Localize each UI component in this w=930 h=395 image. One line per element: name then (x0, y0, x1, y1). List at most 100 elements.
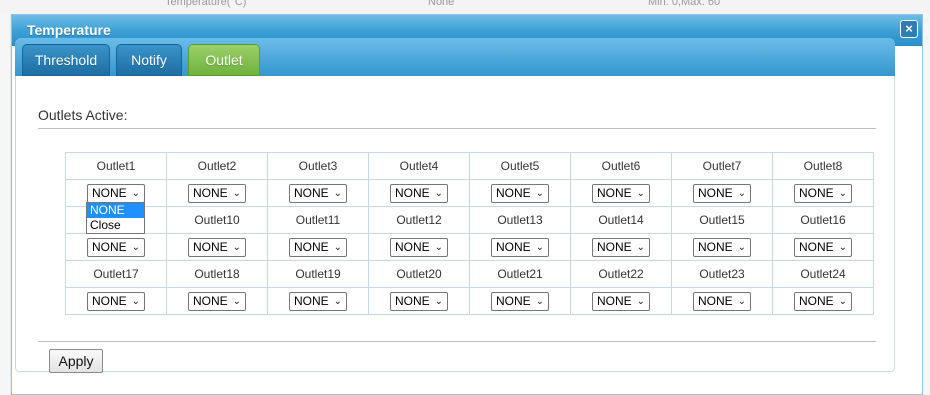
tab-threshold[interactable]: Threshold (22, 44, 110, 76)
outlet-select-row: NONE ⌄ NONE ⌄ NONE ⌄ NONE ⌄ NONE ⌄ NONE ⌄ NONE ⌄ NONE ⌄ (65, 287, 874, 315)
chevron-down-icon: ⌄ (737, 295, 746, 307)
chevron-down-icon: ⌄ (333, 241, 342, 253)
outlet-select-cell: NONE ⌄ (267, 287, 369, 315)
outlet-name-cell: Outlet6 (570, 152, 672, 180)
select-value: NONE (294, 185, 329, 200)
outlet-select-cell: NONE ⌄ (166, 287, 268, 315)
outlet19-select[interactable]: NONE ⌄ (289, 291, 347, 311)
outlet6-select[interactable]: NONE ⌄ (592, 183, 650, 203)
select-value: NONE (92, 239, 127, 254)
outlet-name-cell: Outlet22 (570, 260, 672, 288)
outlet13-select[interactable]: NONE ⌄ (491, 237, 549, 257)
outlet-select-cell: NONE ⌄ (570, 233, 672, 261)
outlet7-select[interactable]: NONE ⌄ (693, 183, 751, 203)
outlet2-select[interactable]: NONE ⌄ (188, 183, 246, 203)
outlet-select-row: NONE ⌄ NONE ⌄ NONE ⌄ NONE ⌄ NONE ⌄ NONE ⌄ NONE ⌄ NONE ⌄ (65, 233, 874, 261)
outlet-name-cell: Outlet20 (368, 260, 470, 288)
outlet-select-cell: NONE ⌄ (368, 287, 470, 315)
outlet10-select[interactable]: NONE ⌄ (188, 237, 246, 257)
outlet-select-cell: NONE ⌄ (671, 287, 773, 315)
select-value: NONE (799, 185, 834, 200)
outlet5-select[interactable]: NONE ⌄ (491, 183, 549, 203)
select-value: NONE (799, 293, 834, 308)
background-header-strip: Temperature(°C) None Min: 0,Max: 60 (0, 0, 930, 15)
outlet-name-row: Outlet1 Outlet2 Outlet3 Outlet4 Outlet5 Outle… (65, 152, 874, 180)
outlet-grid: Outlet1 Outlet2 Outlet3 Outlet4 Outlet5 Outle… (65, 152, 874, 315)
outlet-select-cell: NONE ⌄ (166, 179, 268, 207)
outlet-name-row: Outlet9Outlet10Outlet11Outlet12Outlet13O… (65, 206, 874, 234)
outlet20-select[interactable]: NONE ⌄ (390, 291, 448, 311)
background-column-c: Min: 0,Max: 60 (648, 0, 721, 8)
outlet-name-cell: Outlet8 (772, 152, 874, 180)
outlet9-select[interactable]: NONE ⌄ (87, 237, 145, 257)
dropdown-option-close[interactable]: Close (87, 218, 144, 233)
chevron-down-icon: ⌄ (636, 187, 645, 199)
chevron-down-icon: ⌄ (636, 295, 645, 307)
outlet15-select[interactable]: NONE ⌄ (693, 237, 751, 257)
chevron-down-icon: ⌄ (535, 241, 544, 253)
outlets-active-label: Outlets Active: (38, 107, 128, 123)
outlet23-select[interactable]: NONE ⌄ (693, 291, 751, 311)
outlet-select-cell: NONE ⌄ (469, 287, 571, 315)
outlet-select-cell: NONE ⌄ (368, 179, 470, 207)
outlet24-select[interactable]: NONE ⌄ (794, 291, 852, 311)
outlet16-select[interactable]: NONE ⌄ (794, 237, 852, 257)
apply-button[interactable]: Apply (49, 349, 103, 373)
outlet-select-cell: NONE ⌄ (166, 233, 268, 261)
outlet-name-cell: Outlet24 (772, 260, 874, 288)
select-value: NONE (799, 239, 834, 254)
select-value: NONE (395, 185, 430, 200)
chevron-down-icon: ⌄ (131, 295, 140, 307)
outlet-select-cell: NONE ⌄ (772, 287, 874, 315)
outlet-select-cell: NONE ⌄ (469, 179, 571, 207)
outlet18-select[interactable]: NONE ⌄ (188, 291, 246, 311)
outlet1-select[interactable]: NONE ⌄ (87, 183, 145, 203)
select-value: NONE (92, 185, 127, 200)
select-value: NONE (294, 239, 329, 254)
chevron-down-icon: ⌄ (737, 241, 746, 253)
chevron-down-icon: ⌄ (232, 187, 241, 199)
select-value: NONE (597, 293, 632, 308)
chevron-down-icon: ⌄ (838, 187, 847, 199)
outlet1-dropdown-list: NONE Close (86, 202, 145, 234)
outlet17-select[interactable]: NONE ⌄ (87, 291, 145, 311)
tab-outlet[interactable]: Outlet (188, 44, 260, 76)
tab-bar: Threshold Notify Outlet (15, 38, 895, 76)
dropdown-option-none[interactable]: NONE (87, 203, 144, 218)
outlet-name-cell: Outlet17 (65, 260, 167, 288)
outlet4-select[interactable]: NONE ⌄ (390, 183, 448, 203)
outlet14-select[interactable]: NONE ⌄ (592, 237, 650, 257)
tab-notify[interactable]: Notify (116, 44, 182, 76)
chevron-down-icon: ⌄ (333, 295, 342, 307)
outlet-select-cell: NONE ⌄ (671, 179, 773, 207)
select-value: NONE (193, 185, 228, 200)
chevron-down-icon: ⌄ (131, 187, 140, 199)
select-value: NONE (395, 239, 430, 254)
select-value: NONE (193, 293, 228, 308)
outlet-name-cell: Outlet4 (368, 152, 470, 180)
select-value: NONE (698, 185, 733, 200)
outlet8-select[interactable]: NONE ⌄ (794, 183, 852, 203)
chevron-down-icon: ⌄ (838, 241, 847, 253)
close-icon[interactable]: × (900, 20, 918, 38)
outlet-name-cell: Outlet7 (671, 152, 773, 180)
outlet12-select[interactable]: NONE ⌄ (390, 237, 448, 257)
outlet21-select[interactable]: NONE ⌄ (491, 291, 549, 311)
chevron-down-icon: ⌄ (535, 295, 544, 307)
chevron-down-icon: ⌄ (232, 295, 241, 307)
outlet11-select[interactable]: NONE ⌄ (289, 237, 347, 257)
outlet-name-cell: Outlet12 (368, 206, 470, 234)
chevron-down-icon: ⌄ (535, 187, 544, 199)
select-value: NONE (92, 293, 127, 308)
outlet22-select[interactable]: NONE ⌄ (592, 291, 650, 311)
outlet3-select[interactable]: NONE ⌄ (289, 183, 347, 203)
chevron-down-icon: ⌄ (434, 295, 443, 307)
outlet-select-cell: NONE ⌄ (671, 233, 773, 261)
chevron-down-icon: ⌄ (232, 241, 241, 253)
outlet-select-cell: NONE ⌄ (267, 233, 369, 261)
select-value: NONE (597, 239, 632, 254)
outlet-name-row: Outlet17 Outlet18 Outlet19 Outlet20 Outlet21… (65, 260, 874, 288)
outlet-name-cell: Outlet21 (469, 260, 571, 288)
chevron-down-icon: ⌄ (131, 241, 140, 253)
outlet-name-cell: Outlet1 (65, 152, 167, 180)
